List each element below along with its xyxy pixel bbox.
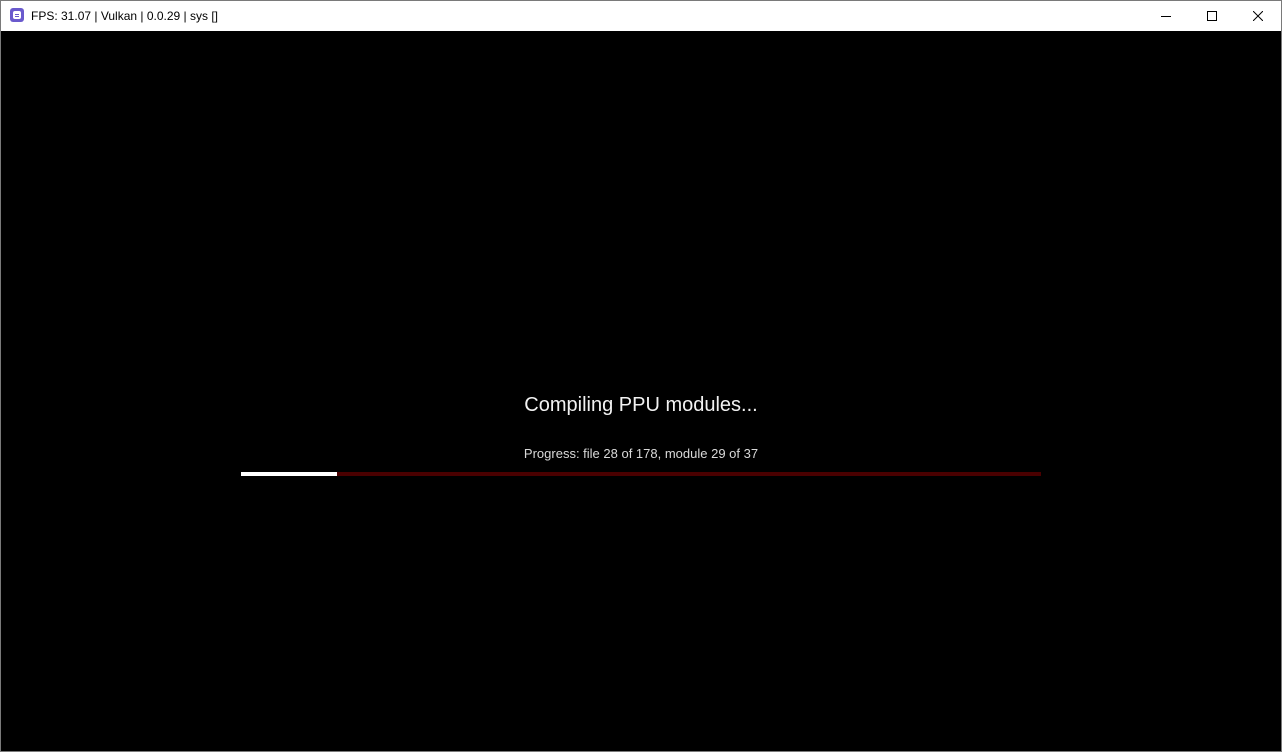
minimize-icon: [1161, 16, 1171, 17]
rpcs3-icon: [10, 8, 24, 22]
window-title: FPS: 31.07 | Vulkan | 0.0.29 | sys []: [31, 9, 219, 23]
maximize-button[interactable]: [1189, 1, 1235, 31]
progress-text: Progress: file 28 of 178, module 29 of 3…: [523, 446, 759, 461]
maximize-icon: [1207, 11, 1217, 21]
emulator-window: FPS: 31.07 | Vulkan | 0.0.29 | sys [] Co…: [0, 0, 1282, 752]
compiling-headline: Compiling PPU modules...: [524, 394, 758, 416]
close-button[interactable]: [1235, 1, 1281, 31]
title-bar[interactable]: FPS: 31.07 | Vulkan | 0.0.29 | sys []: [1, 1, 1281, 31]
progress-bar-fill: [241, 472, 337, 476]
close-icon: [1253, 11, 1263, 21]
game-viewport: Compiling PPU modules... Progress: file …: [1, 31, 1281, 751]
minimize-button[interactable]: [1143, 1, 1189, 31]
progress-bar: [241, 472, 1041, 476]
